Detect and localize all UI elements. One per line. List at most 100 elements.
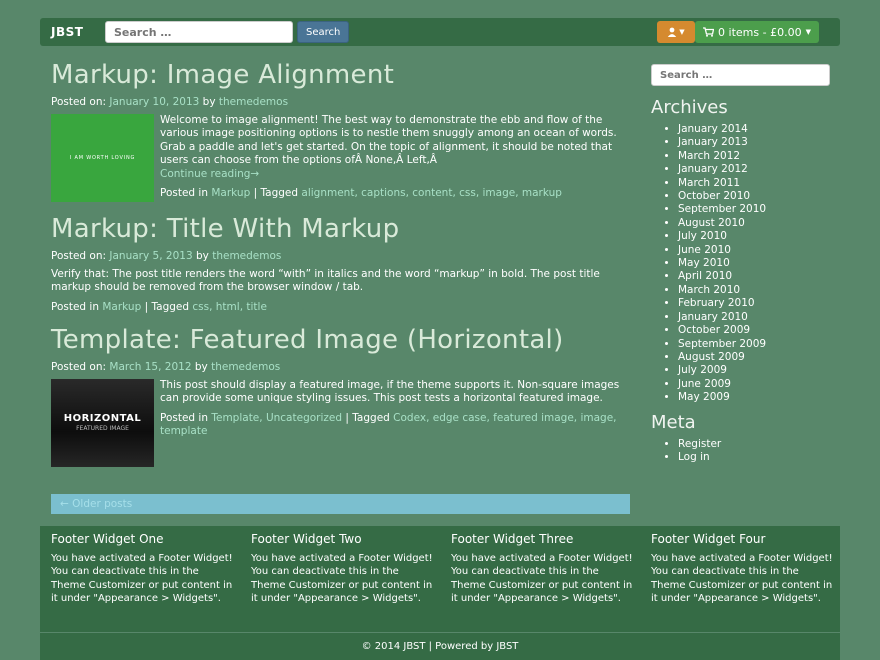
footer-widget-title: Footer Widget Four [651,532,766,546]
login-link[interactable]: Log in [678,451,710,463]
footer-widget: Footer Widget Two You have activated a F… [251,532,433,606]
post-excerpt: Welcome to image alignment! The best way… [160,114,617,167]
author-link[interactable]: themedemos [219,96,288,108]
tagged-label: | Tagged [144,300,190,313]
archive-link[interactable]: March 2010 [678,284,740,296]
by-label: by [202,96,216,108]
main-content: Markup: Image Alignment Posted on: Janua… [51,60,631,467]
footer-widget-text: You have activated a Footer Widget! You … [251,553,433,605]
category-link[interactable]: Template, Uncategorized [211,412,342,424]
category-link[interactable]: Markup [211,187,250,199]
archive-link[interactable]: July 2009 [678,364,727,376]
cart-label: 0 items - £0.00 [718,25,802,39]
post-meta: Posted on: January 5, 2013 by themedemos [51,250,631,262]
footer-widget-title: Footer Widget Two [251,532,362,546]
archives-title: Archives [651,97,728,118]
user-menu-button[interactable]: ▼ [657,21,695,43]
tagged-label: | Tagged [253,187,299,200]
post-article: Markup: Image Alignment Posted on: Janua… [51,60,631,202]
archive-link[interactable]: May 2010 [678,257,730,269]
archive-link[interactable]: August 2010 [678,217,745,229]
chevron-down-icon: ▼ [679,28,685,36]
archive-link[interactable]: January 2013 [678,136,748,148]
archive-link[interactable]: September 2009 [678,338,766,350]
top-navbar: JBST Search ▼ 0 items - £0.00 ▼ [40,18,840,46]
archive-link[interactable]: March 2011 [678,177,740,189]
cart-button[interactable]: 0 items - £0.00 ▼ [695,21,819,43]
footer-credits: © 2014 JBST | Powered by JBST [40,633,840,660]
post-body: I AM WORTH LOVING Welcome to image align… [51,114,631,202]
archive-link[interactable]: June 2010 [678,244,731,256]
footer-widget: Footer Widget Four You have activated a … [651,532,833,606]
nav-search-button[interactable]: Search [297,21,350,43]
post-excerpt: Verify that: The post title renders the … [51,268,600,294]
footer-widget-title: Footer Widget Three [451,532,574,546]
thumbnail-caption: I AM WORTH LOVING [69,155,136,161]
older-posts-link[interactable]: ← Older posts [51,494,630,514]
archive-link[interactable]: January 2014 [678,123,748,135]
archive-link[interactable]: October 2010 [678,190,750,202]
post-title[interactable]: Markup: Image Alignment [51,60,631,90]
posted-on-label: Posted on: [51,96,107,108]
posted-on-label: Posted on: [51,360,107,373]
archive-link[interactable]: February 2010 [678,297,755,309]
posted-in-label: Posted in [51,300,100,313]
post-article: Template: Featured Image (Horizontal) Po… [51,325,631,467]
post-body: HORIZONTAL FEATURED IMAGE This post shou… [51,378,631,467]
post-date-link[interactable]: January 5, 2013 [109,250,192,262]
post-excerpt: This post should display a featured imag… [160,378,620,405]
post-thumbnail[interactable]: HORIZONTAL FEATURED IMAGE [51,378,154,467]
thumbnail-title: HORIZONTAL [63,413,142,425]
post-thumbnail[interactable]: I AM WORTH LOVING [51,114,154,202]
post-title[interactable]: Markup: Title With Markup [51,214,631,244]
archive-link[interactable]: October 2009 [678,324,750,336]
post-footer: Posted in Markup | Tagged css, html, tit… [51,301,631,313]
archive-link[interactable]: January 2012 [678,163,748,175]
archive-link[interactable]: January 2010 [678,311,748,323]
post-title[interactable]: Template: Featured Image (Horizontal) [51,325,631,355]
register-link[interactable]: Register [678,438,721,450]
post-footer: Posted in Template, Uncategorized | Tagg… [160,412,631,439]
nav-search-input[interactable] [105,21,293,43]
footer-widget-text: You have activated a Footer Widget! You … [51,553,233,605]
chevron-down-icon: ▼ [805,28,811,36]
tag-links[interactable]: alignment, captions, content, css, image… [301,187,562,199]
cart-icon [703,27,715,37]
footer-widget-title: Footer Widget One [51,532,164,546]
archive-link[interactable]: March 2012 [678,150,740,162]
archive-link[interactable]: August 2009 [678,351,745,363]
meta-title: Meta [651,411,696,433]
user-icon [668,27,677,37]
brand-logo[interactable]: JBST [51,25,105,39]
post-meta: Posted on: March 15, 2012 by themedemos [51,361,631,373]
archives-list: January 2014 January 2013 March 2012 Jan… [678,123,830,405]
post-meta: Posted on: January 10, 2013 by themedemo… [51,96,631,108]
archive-link[interactable]: September 2010 [678,203,766,215]
archive-link[interactable]: June 2009 [678,378,731,390]
thumbnail-subtitle: FEATURED IMAGE [76,425,129,433]
author-link[interactable]: themedemos [211,361,280,373]
by-label: by [195,250,209,262]
sidebar: Archives January 2014 January 2013 March… [651,64,830,464]
archive-link[interactable]: July 2010 [678,230,727,242]
archive-link[interactable]: May 2009 [678,391,730,403]
continue-reading-link[interactable]: Continue reading→ [160,168,631,181]
posted-on-label: Posted on: [51,250,107,262]
footer-widgets: Footer Widget One You have activated a F… [40,526,840,632]
author-link[interactable]: themedemos [212,250,281,262]
footer-widget: Footer Widget Three You have activated a… [451,532,633,606]
post-date-link[interactable]: March 15, 2012 [109,361,191,373]
meta-list: Register Log in [678,438,830,465]
footer-widget-text: You have activated a Footer Widget! You … [651,553,833,605]
post-footer: Posted in Markup | Tagged alignment, cap… [160,187,631,199]
posted-in-label: Posted in [160,187,209,200]
archive-link[interactable]: April 2010 [678,270,732,282]
category-link[interactable]: Markup [102,301,141,313]
footer-widget-text: You have activated a Footer Widget! You … [451,553,633,605]
sidebar-search-input[interactable] [651,64,830,86]
tag-links[interactable]: css, html, title [192,301,267,313]
posted-in-label: Posted in [160,411,209,424]
post-article: Markup: Title With Markup Posted on: Jan… [51,214,631,313]
footer-widget: Footer Widget One You have activated a F… [51,532,233,606]
post-date-link[interactable]: January 10, 2013 [109,96,199,108]
